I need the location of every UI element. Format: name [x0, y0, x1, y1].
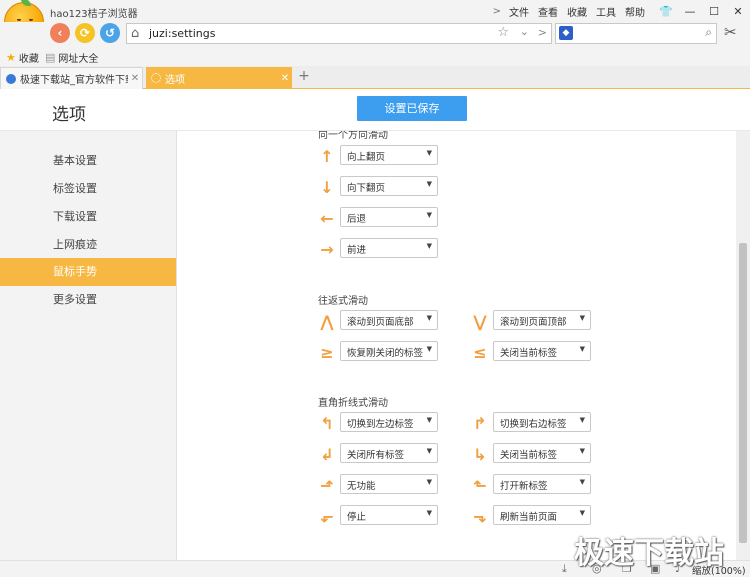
section-title-single-direction: 向一个方向滑动 — [318, 131, 388, 141]
gesture-left-right-icon: ≤ — [473, 343, 487, 362]
gesture-select-down-left[interactable]: 关闭所有标签 ▼ — [340, 443, 438, 463]
menu-tools[interactable]: 工具 — [596, 4, 616, 19]
gesture-down-up-icon: ⋁ — [473, 312, 487, 331]
gesture-right-down-icon: ⬎ — [473, 507, 487, 526]
gesture-right-up-icon: ⬑ — [473, 476, 487, 495]
gesture-select-right-up[interactable]: 打开新标签 ▼ — [493, 474, 591, 494]
address-bar[interactable]: ⌂ juzi:settings ☆ ⌄ > — [126, 23, 552, 44]
home-icon[interactable]: ⌂ — [131, 26, 139, 41]
chevron-right-icon[interactable]: > — [493, 6, 501, 17]
gesture-select-left-down[interactable]: 停止 ▼ — [340, 505, 438, 525]
download-icon[interactable]: ⤓ — [562, 562, 567, 576]
sidebar-item-basic[interactable]: 基本设置 — [0, 147, 176, 175]
arrow-left-icon: ← — [320, 209, 334, 228]
gesture-select-left[interactable]: 后退 ▼ — [340, 207, 438, 227]
gesture-settings-panel: 向一个方向滑动 ↑ 向上翻页 ▼ ↓ 向下翻页 ▼ ← 后退 ▼ → 前进 ▼ 往返式滑… — [177, 131, 736, 560]
vertical-scrollbar[interactable] — [736, 131, 750, 560]
sidebar-item-history[interactable]: 上网痕迹 — [0, 231, 176, 259]
document-icon: ▤ — [45, 51, 56, 64]
tab-bar: 极速下载站_官方软件下载_( ✕ 选项 ✕ + — [0, 66, 750, 89]
title-bar: hao123桔子浏览器 > 文件 查看 收藏 工具 帮助 👕 — ☐ ✕ — [0, 0, 750, 24]
menu-file[interactable]: 文件 — [509, 4, 529, 19]
gesture-select-up-right[interactable]: 切换到右边标签 ▼ — [493, 412, 591, 432]
page-title: 选项 — [52, 105, 86, 125]
tab-options[interactable]: 选项 ✕ — [146, 67, 292, 89]
search-input[interactable]: ◆ ⌕ — [555, 23, 717, 44]
section-title-right-angle: 直角折线式滑动 — [318, 398, 388, 409]
bookmarks-bar: ★ 收藏 ▤ 网址大全 — [0, 48, 750, 66]
gesture-up-down-icon: ⋀ — [320, 312, 334, 331]
close-icon[interactable]: ✕ — [128, 73, 142, 84]
gesture-select-right-down[interactable]: 刷新当前页面 ▼ — [493, 505, 591, 525]
go-icon[interactable]: > — [538, 26, 547, 39]
sidebar-item-mouse-gestures[interactable]: 鼠标手势 — [0, 258, 176, 286]
star-icon[interactable]: ☆ — [497, 25, 509, 40]
sidebar-item-downloads[interactable]: 下载设置 — [0, 203, 176, 231]
scrollbar-thumb[interactable] — [739, 243, 747, 543]
navigation-bar: ‹ ⟳ ↺ ⌂ juzi:settings ☆ ⌄ > ◆ ⌕ ✂ — [0, 22, 750, 48]
tab-title: 极速下载站_官方软件下载_( — [20, 75, 128, 86]
gesture-select-up-down[interactable]: 滚动到页面底部 ▼ — [340, 310, 438, 330]
skin-shirt-icon[interactable]: 👕 — [654, 5, 678, 18]
sidebar-item-tabs[interactable]: 标签设置 — [0, 175, 176, 203]
gesture-down-left-icon: ↲ — [320, 445, 334, 464]
tab-download-site[interactable]: 极速下载站_官方软件下载_( ✕ — [0, 67, 143, 89]
arrow-up-icon: ↑ — [320, 147, 334, 166]
menu-favorites[interactable]: 收藏 — [567, 4, 587, 19]
forward-button[interactable]: ⟳ — [75, 23, 95, 43]
menu-view[interactable]: 查看 — [538, 4, 558, 19]
star-icon: ★ — [6, 51, 16, 64]
chevron-down-icon[interactable]: ⌄ — [520, 25, 529, 38]
gear-icon — [151, 73, 161, 83]
gesture-select-down-right[interactable]: 关闭当前标签 ▼ — [493, 443, 591, 463]
gesture-up-left-icon: ↰ — [320, 414, 334, 433]
gesture-select-right-left[interactable]: 恢复刚关闭的标签 ▼ — [340, 341, 438, 361]
new-tab-button[interactable]: + — [296, 69, 312, 85]
back-button[interactable]: ‹ — [50, 23, 70, 43]
top-menu: > 文件 查看 收藏 工具 帮助 👕 — ☐ ✕ — [493, 0, 750, 22]
gesture-select-right[interactable]: 前进 ▼ — [340, 238, 438, 258]
gesture-left-down-icon: ⬐ — [320, 507, 334, 526]
globe-icon — [6, 73, 16, 84]
arrow-down-icon: ↓ — [320, 178, 334, 197]
arrow-right-icon: → — [320, 240, 334, 259]
minimize-icon[interactable]: — — [678, 5, 702, 18]
gesture-down-right-icon: ↳ — [473, 445, 487, 464]
gesture-up-right-icon: ↱ — [473, 414, 487, 433]
gesture-select-up[interactable]: 向上翻页 ▼ — [340, 145, 438, 165]
bookmark-label: 网址大全 — [58, 54, 99, 65]
section-title-round-trip: 往返式滑动 — [318, 296, 368, 307]
bookmark-site-directory[interactable]: ▤ 网址大全 — [45, 50, 98, 65]
gesture-select-down[interactable]: 向下翻页 ▼ — [340, 176, 438, 196]
gesture-right-left-icon: ≥ — [320, 343, 334, 362]
watermark-text: 极速下载站 — [574, 536, 724, 571]
gesture-select-left-up[interactable]: 无功能 ▼ — [340, 474, 438, 494]
settings-sidebar: 基本设置 标签设置 下载设置 上网痕迹 鼠标手势 更多设置 — [0, 131, 177, 560]
bookmark-label: 收藏 — [18, 54, 39, 65]
sidebar-item-more[interactable]: 更多设置 — [0, 286, 176, 314]
tab-title: 选项 — [165, 74, 185, 86]
maximize-icon[interactable]: ☐ — [702, 5, 726, 18]
search-icon[interactable]: ⌕ — [705, 25, 712, 40]
menu-help[interactable]: 帮助 — [625, 4, 645, 19]
scissors-icon[interactable]: ✂ — [724, 23, 737, 41]
close-icon[interactable]: ✕ — [278, 73, 292, 84]
gesture-select-up-left[interactable]: 切换到左边标签 ▼ — [340, 412, 438, 432]
bookmark-favorites[interactable]: ★ 收藏 — [6, 50, 39, 65]
gesture-select-down-up[interactable]: 滚动到页面顶部 ▼ — [493, 310, 591, 330]
gesture-left-up-icon: ⬏ — [320, 476, 334, 495]
settings-saved-button[interactable]: 设置已保存 — [357, 96, 467, 121]
gesture-select-left-right[interactable]: 关闭当前标签 ▼ — [493, 341, 591, 361]
window-title: hao123桔子浏览器 — [50, 9, 138, 20]
undo-close-button[interactable]: ↺ — [100, 23, 120, 43]
baidu-paw-icon[interactable]: ◆ — [559, 26, 573, 40]
settings-header: 选项 设置已保存 — [0, 90, 750, 131]
url-text[interactable]: juzi:settings — [149, 27, 215, 40]
close-icon[interactable]: ✕ — [726, 5, 750, 18]
